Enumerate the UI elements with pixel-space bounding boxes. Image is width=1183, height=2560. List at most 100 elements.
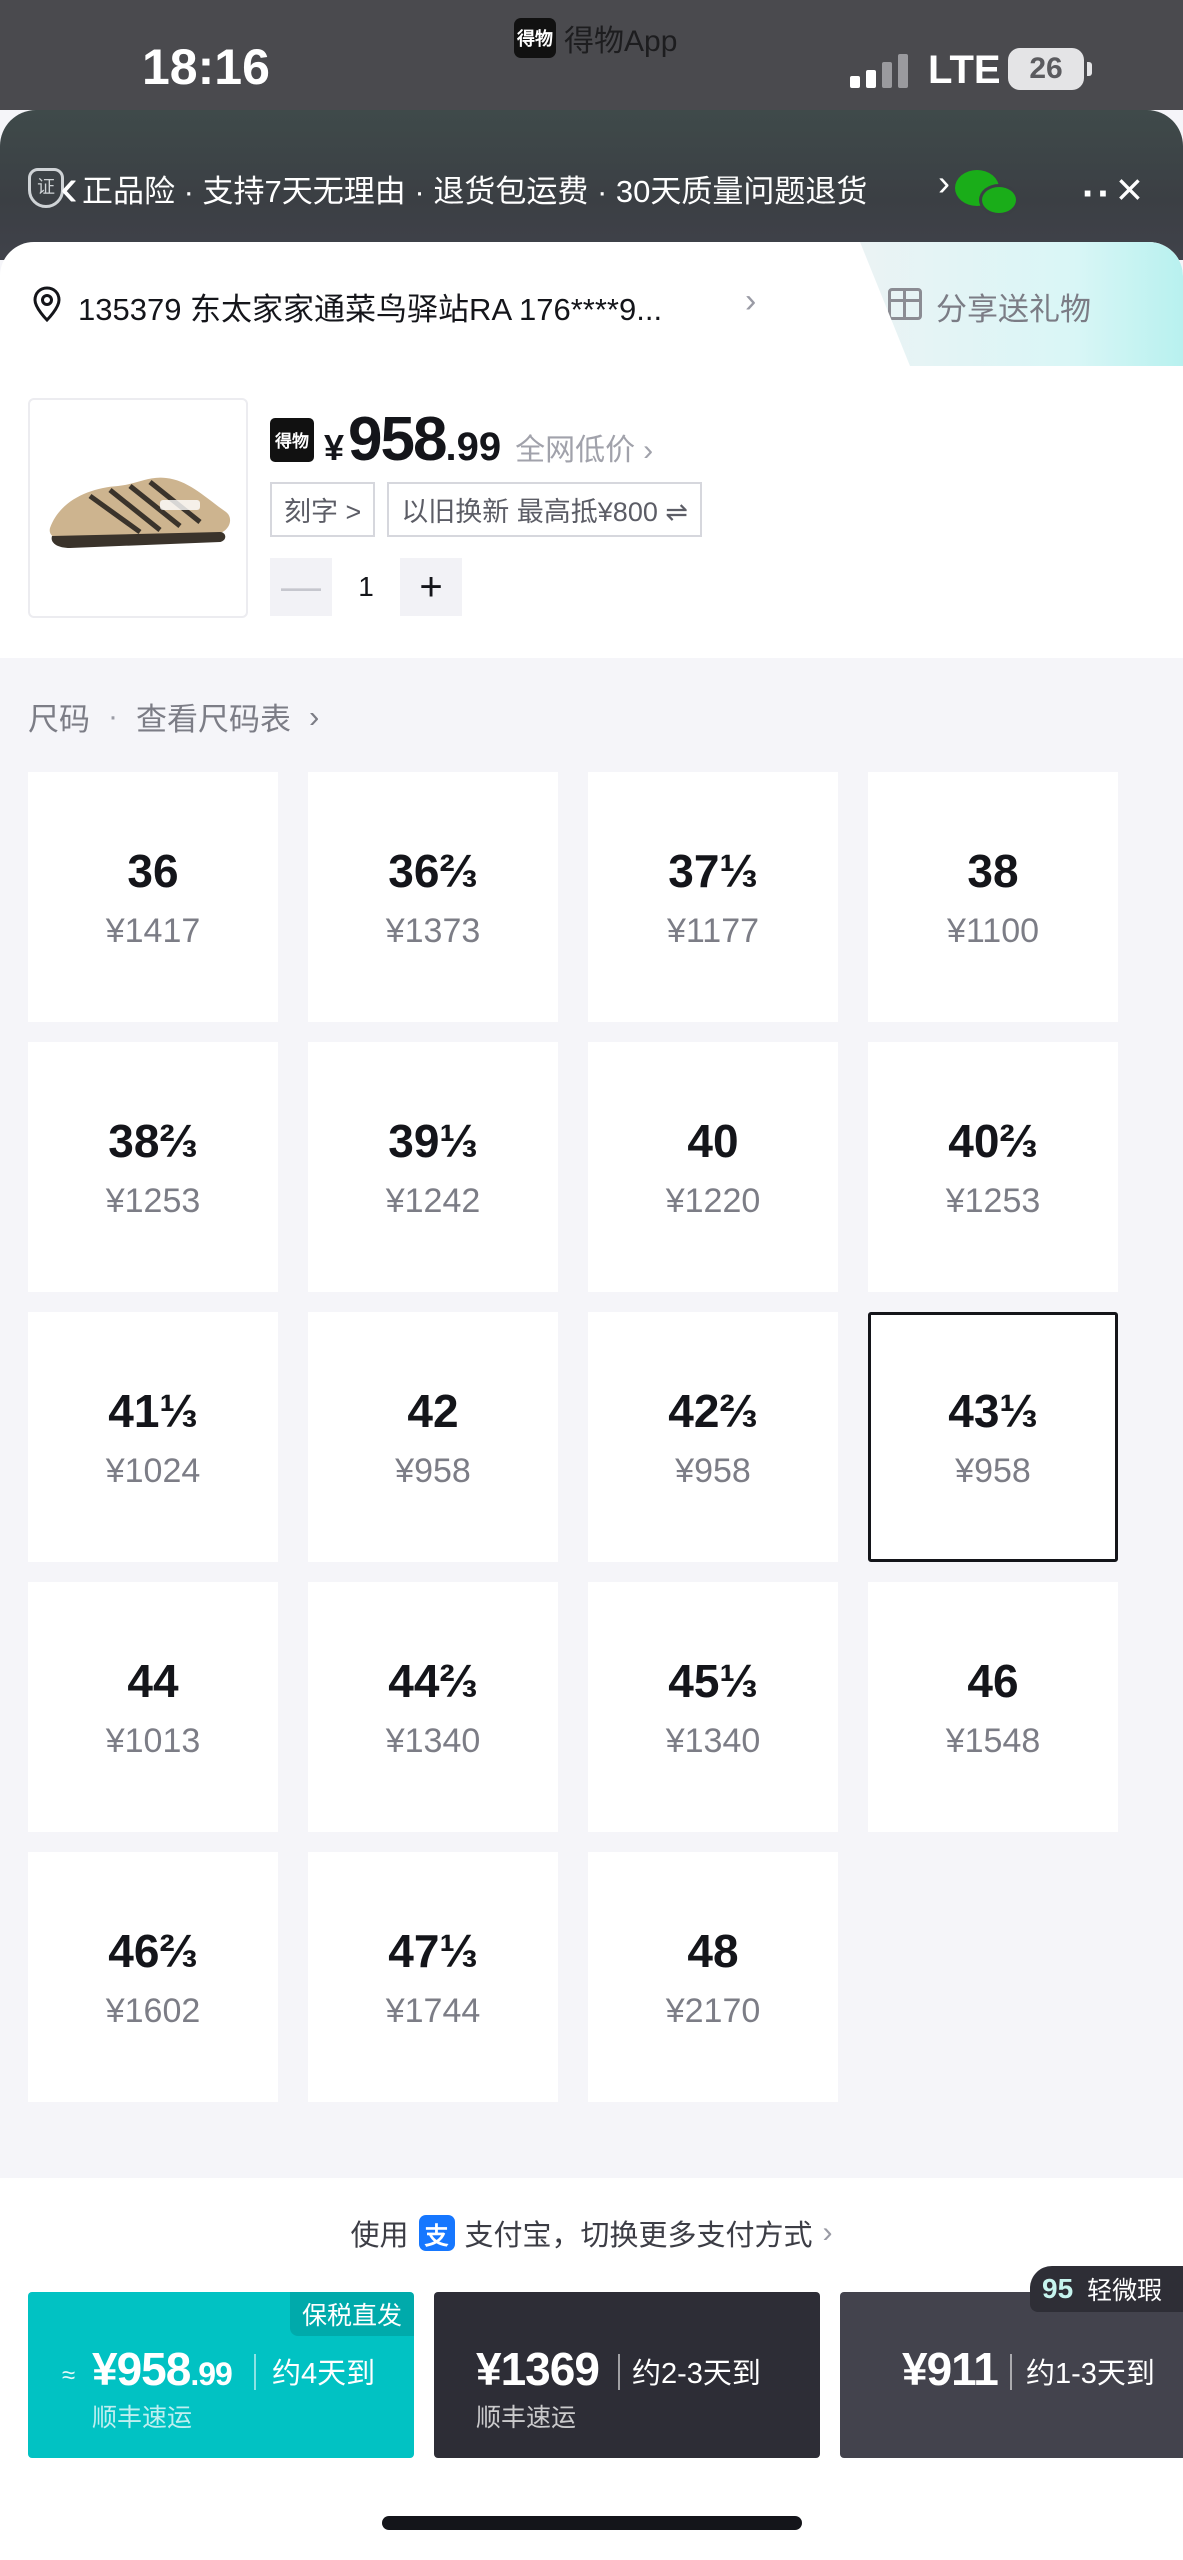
size-option[interactable]: 46 ¥1548 [868, 1582, 1118, 1832]
quantity-increase-button[interactable]: + [400, 558, 462, 616]
app-indicator: 得物 得物App [514, 16, 677, 60]
size-value: 46⅔ [108, 1924, 198, 1977]
dewu-badge-icon: 得物 [270, 417, 314, 462]
alipay-icon: 支 [418, 2215, 455, 2251]
chevron-right-icon: › [745, 282, 757, 320]
size-option[interactable]: 44⅔ ¥1340 [308, 1582, 558, 1832]
size-option[interactable]: 36 ¥1417 [28, 772, 278, 1022]
chevron-right-icon: › [938, 162, 950, 203]
engrave-tag[interactable]: 刻字 > [270, 482, 376, 537]
price-currency: ¥ [324, 427, 345, 468]
quantity-decrease-button[interactable]: — [270, 558, 332, 616]
chevron-right-icon: › [643, 434, 654, 467]
battery-tip [1087, 62, 1092, 76]
sneaker-image [49, 477, 231, 548]
size-value: 41⅓ [108, 1384, 198, 1437]
light-flaw-number: 95 [1042, 2273, 1074, 2304]
size-option[interactable]: 40⅔ ¥1253 [868, 1042, 1118, 1292]
approx-sign: ≈ [62, 2362, 76, 2389]
guarantee-bar[interactable]: 证 ‹ 正品险 · 支持7天无理由 · 退货包运费 · 30天质量问题退货 › … [0, 110, 1183, 260]
bonded-tag: 保税直发 [289, 2292, 414, 2336]
size-label: 尺码 [28, 702, 90, 737]
size-chart-link[interactable]: 查看尺码表 [136, 694, 291, 739]
size-option[interactable]: 37⅓ ¥1177 [588, 772, 838, 1022]
size-value: 42⅔ [668, 1384, 758, 1437]
size-value: 42 [407, 1384, 459, 1437]
size-price: ¥2170 [665, 1991, 761, 2030]
close-icon[interactable]: × [1116, 162, 1143, 216]
buy-option-eta: 约1-3天到 [1026, 2358, 1155, 2390]
payment-prefix: 使用 [350, 2220, 409, 2252]
size-price: ¥1744 [385, 1991, 481, 2030]
size-option[interactable]: 42 ¥958 [308, 1312, 558, 1562]
guarantee-text: 正品险 · 支持7天无理由 · 退货包运费 · 30天质量问题退货 [82, 174, 868, 209]
size-option[interactable]: 38 ¥1100 [868, 772, 1118, 1022]
buy-option-eta: 约2-3天到 [632, 2358, 761, 2390]
size-value: 37⅓ [668, 844, 758, 897]
buy-option-courier: 顺丰速运 [92, 2404, 193, 2432]
price-decimal: .99 [445, 425, 502, 469]
back-arrow-icon[interactable]: ‹ [60, 160, 78, 214]
buy-option-courier: 顺丰速运 [476, 2404, 577, 2432]
size-option[interactable]: 36⅔ ¥1373 [308, 772, 558, 1022]
size-option[interactable]: 45⅓ ¥1340 [588, 1582, 838, 1832]
size-price: ¥1602 [105, 1991, 201, 2030]
size-value: 40⅔ [948, 1114, 1038, 1167]
size-option[interactable]: 42⅔ ¥958 [588, 1312, 838, 1562]
size-value: 36 [127, 844, 179, 897]
trade-in-tag[interactable]: 以旧换新 最高抵¥800 ⇌ [387, 482, 702, 537]
size-option[interactable]: 40 ¥1220 [588, 1042, 838, 1292]
size-price: ¥958 [955, 1451, 1031, 1490]
size-price: ¥1100 [946, 911, 1040, 950]
size-option[interactable]: 41⅓ ¥1024 [28, 1312, 278, 1562]
size-price: ¥1253 [105, 1181, 201, 1220]
purchase-sheet: 135379 东太家家通菜鸟驿站RA 176****9... › 分享送礼物 得… [0, 242, 1183, 2560]
more-icon[interactable]: ·· [1082, 172, 1113, 217]
product-thumbnail[interactable] [28, 398, 248, 618]
size-value: 46 [967, 1654, 1019, 1707]
size-option[interactable]: 38⅔ ¥1253 [28, 1042, 278, 1292]
lowest-price-link[interactable]: 全网低价 [515, 425, 635, 469]
buy-option-express[interactable]: ¥1369 约2-3天到 顺丰速运 [434, 2292, 820, 2458]
size-option[interactable]: 44 ¥1013 [28, 1582, 278, 1832]
buy-option-price: ¥911 [902, 2343, 999, 2395]
divider [254, 2354, 256, 2390]
size-price: ¥1373 [385, 911, 481, 950]
buy-option-bonded[interactable]: 保税直发 ≈ ¥958.99 约4天到 顺丰速运 [28, 2292, 414, 2458]
address-text: 135379 东太家家通菜鸟驿站RA 176****9... [78, 292, 663, 327]
tag-row: 刻字 > 以旧换新 最高抵¥800 ⇌ [270, 482, 702, 537]
size-header: 尺码 · 查看尺码表 › [28, 694, 319, 739]
status-time: 18:16 [142, 39, 270, 95]
buy-option-light-flaw[interactable]: ¥911 约1-3天到 [840, 2292, 1183, 2458]
light-flaw-badge: 95 轻微瑕 [1030, 2266, 1183, 2312]
size-price: ¥1417 [105, 911, 201, 950]
location-pin-icon [33, 286, 61, 322]
size-price: ¥1013 [105, 1721, 201, 1760]
light-flaw-label: 轻微瑕 [1087, 2277, 1163, 2305]
size-value: 44⅔ [388, 1654, 478, 1707]
size-option[interactable]: 46⅔ ¥1602 [28, 1852, 278, 2102]
size-grid: 36 ¥1417 36⅔ ¥1373 37⅓ ¥1177 38 ¥1100 38⅔ ¥1253 39… [28, 772, 1128, 2102]
battery-icon: 26 [1008, 48, 1084, 90]
home-indicator[interactable] [382, 2516, 802, 2530]
size-option[interactable]: 43⅓ ¥958 [868, 1312, 1118, 1562]
size-value: 39⅓ [388, 1114, 478, 1167]
separator-dot: · [108, 699, 118, 733]
wechat-icon[interactable] [955, 170, 1021, 222]
size-option[interactable]: 39⅓ ¥1242 [308, 1042, 558, 1292]
size-value: 44 [127, 1654, 179, 1707]
buy-option-price: ¥1369 [476, 2343, 600, 2395]
quantity-stepper: — 1 + [270, 558, 462, 616]
size-value: 38 [967, 844, 1019, 897]
size-value: 40 [687, 1114, 739, 1167]
status-bar: 18:16 得物 得物App LTE 26 [0, 0, 1183, 110]
size-price: ¥1548 [945, 1721, 1041, 1760]
size-option[interactable]: 47⅓ ¥1744 [308, 1852, 558, 2102]
buy-option-price: ¥958.99 [92, 2343, 233, 2395]
payment-method-row[interactable]: 使用 支 支付宝，切换更多支付方式 › [0, 2212, 1183, 2254]
size-price: ¥1242 [385, 1181, 481, 1220]
size-price: ¥1340 [665, 1721, 761, 1760]
size-option[interactable]: 48 ¥2170 [588, 1852, 838, 2102]
size-section: 尺码 · 查看尺码表 › 36 ¥1417 36⅔ ¥1373 37⅓ ¥1177 38 ¥1… [0, 658, 1183, 2178]
chevron-right-icon: › [309, 698, 320, 734]
